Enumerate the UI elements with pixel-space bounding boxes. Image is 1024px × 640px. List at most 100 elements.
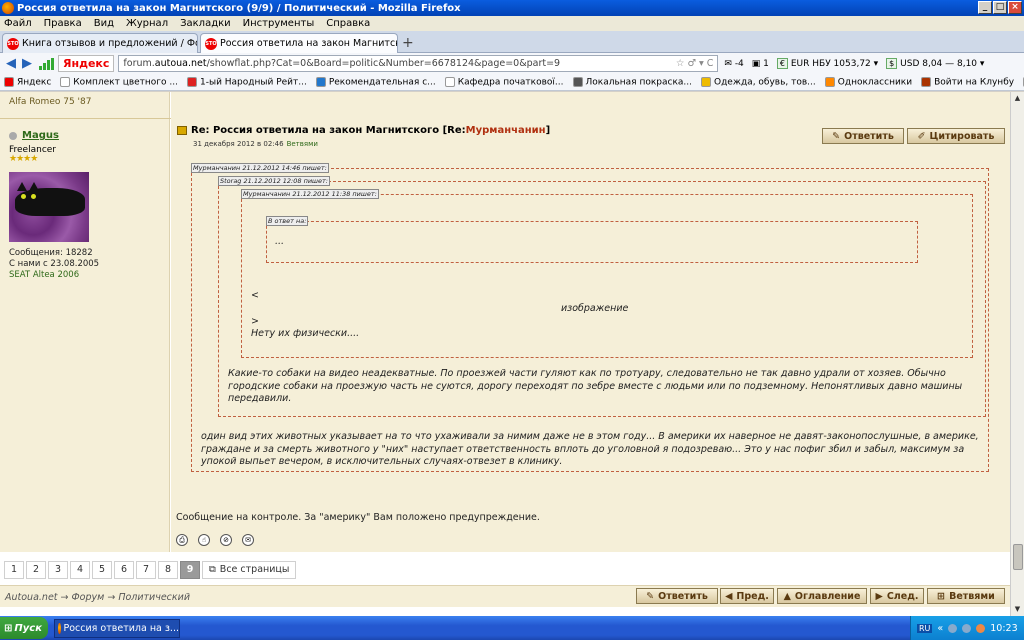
url-scheme: forum. bbox=[123, 58, 155, 69]
menu-file[interactable]: Файл bbox=[4, 18, 32, 29]
forward-arrow-icon[interactable]: ▶ bbox=[19, 56, 35, 71]
yandex-search-button[interactable]: Яндекс bbox=[58, 55, 115, 72]
quote-4-text: ... bbox=[275, 236, 285, 247]
print-icon[interactable]: ⎙ bbox=[176, 534, 188, 546]
page-6-link[interactable]: 6 bbox=[114, 561, 134, 579]
post-branches-link[interactable]: Ветвями bbox=[287, 140, 318, 148]
language-indicator[interactable]: RU bbox=[917, 623, 933, 633]
bookmark-item[interactable]: Одежда, обувь, тов... bbox=[701, 76, 816, 87]
task-label: Россия ответила на з... bbox=[63, 622, 179, 634]
page-3-link[interactable]: 3 bbox=[48, 561, 68, 579]
prev-button[interactable]: ◀ Пред. bbox=[720, 588, 774, 604]
window-title: Россия ответила на закон Магнитского (9/… bbox=[17, 2, 461, 14]
menu-edit[interactable]: Правка bbox=[44, 18, 82, 29]
username-link[interactable]: Magus bbox=[22, 130, 59, 141]
online-status-icon bbox=[9, 132, 17, 140]
quote-4-header: В ответ на: bbox=[266, 216, 309, 226]
menu-bar: Файл Правка Вид Журнал Закладки Инструме… bbox=[0, 16, 1024, 31]
bookmark-item[interactable]: 1-ый Народный Рейт... bbox=[186, 76, 307, 87]
menu-bookmarks[interactable]: Закладки bbox=[180, 18, 231, 29]
bookmark-item[interactable]: Комплект цветного ... bbox=[60, 76, 178, 87]
branches-label: Ветвями bbox=[949, 590, 995, 602]
tab-feedback[interactable]: STO Книга отзывов и предложений / Фору..… bbox=[2, 33, 198, 53]
mail-count: -4 bbox=[734, 58, 744, 69]
quote-block-3: Мурманчанин 21.12.2012 11:38 пишет: В от… bbox=[241, 189, 973, 358]
security-icon[interactable] bbox=[976, 623, 986, 633]
quote-label: Цитировать bbox=[929, 130, 995, 142]
vertical-scrollbar[interactable]: ▲ ▼ bbox=[1010, 92, 1024, 616]
taskbar-firefox-window[interactable]: Россия ответила на з... bbox=[54, 618, 180, 638]
usd-rate[interactable]: $ USD 8,04 — 8,10 ▾ bbox=[886, 57, 984, 69]
branches-button[interactable]: ⊞ Ветвями bbox=[927, 588, 1005, 604]
private-message-icon[interactable]: ✉ bbox=[242, 534, 254, 546]
windows-logo-icon: ⊞ bbox=[4, 622, 13, 634]
menu-history[interactable]: Журнал bbox=[126, 18, 168, 29]
footer-reply-label: Ответить bbox=[658, 590, 708, 602]
bookmark-item[interactable]: Локальная покраска... bbox=[572, 76, 692, 87]
next-button[interactable]: ▶ След. bbox=[870, 588, 924, 604]
bookmark-item[interactable]: Войти на Клунбу bbox=[921, 76, 1014, 87]
menu-tools[interactable]: Инструменты bbox=[243, 18, 315, 29]
page-7-link[interactable]: 7 bbox=[136, 561, 156, 579]
bookmark-item[interactable]: Рекомендательная с... bbox=[315, 76, 436, 87]
left-triangle-icon: ◀ bbox=[725, 590, 733, 602]
quote-2-header: Storag 21.12.2012 12:08 пишет: bbox=[218, 176, 330, 186]
site-favicon-icon: STO bbox=[205, 37, 217, 50]
tab-magnitsky[interactable]: STO Россия ответила на закон Магнитског.… bbox=[200, 33, 398, 53]
page-9-link[interactable]: 9 bbox=[180, 561, 200, 579]
volume-icon[interactable] bbox=[962, 623, 972, 633]
network-icon[interactable] bbox=[948, 623, 958, 633]
notify-moderator-icon[interactable]: ☝ bbox=[198, 534, 210, 546]
menu-help[interactable]: Справка bbox=[326, 18, 370, 29]
page-4-link[interactable]: 4 bbox=[70, 561, 90, 579]
previous-post-signature: Alfa Romeo 75 '87 bbox=[9, 97, 92, 107]
bookmark-star-icon[interactable]: ☆ ♂ ▾ C bbox=[676, 58, 718, 69]
start-button[interactable]: ⊞ Пуск bbox=[0, 617, 48, 639]
post-title-author[interactable]: Мурманчанин bbox=[466, 125, 546, 136]
footer-reply-button[interactable]: ✎ Ответить bbox=[636, 588, 718, 604]
bookmark-label: Яндекс bbox=[17, 77, 52, 88]
bookmark-item[interactable]: Одноклассники bbox=[824, 76, 912, 87]
user-post-count: Сообщения: 18282 bbox=[9, 248, 93, 258]
tray-expand-icon[interactable]: « bbox=[937, 623, 943, 634]
bookmark-item[interactable]: Кафедра початкової... bbox=[444, 76, 564, 87]
back-arrow-icon[interactable]: ◀ bbox=[3, 56, 19, 71]
messages-icon[interactable]: ▣ 1 bbox=[752, 59, 769, 69]
quote-block-4: В ответ на: ... bbox=[266, 216, 918, 263]
maximize-button[interactable]: □ bbox=[993, 1, 1007, 14]
eur-rate[interactable]: € EUR НБУ 1053,72 ▾ bbox=[776, 57, 878, 69]
bookmark-item[interactable]: Яндекс bbox=[4, 76, 52, 88]
post-title-prefix: Re: Россия ответила на закон Магнитского… bbox=[191, 125, 466, 136]
all-pages-link[interactable]: ⧉ Все страницы bbox=[202, 561, 297, 579]
system-tray: RU « 10:23 bbox=[910, 616, 1024, 640]
toc-button[interactable]: ▲ Оглавление bbox=[777, 588, 867, 604]
quote-button[interactable]: ✐ Цитировать bbox=[907, 128, 1005, 144]
image-placeholder[interactable]: изображение bbox=[561, 303, 628, 316]
page-8-link[interactable]: 8 bbox=[158, 561, 178, 579]
bookmark-favicon-icon bbox=[315, 76, 326, 87]
page-2-link[interactable]: 2 bbox=[26, 561, 46, 579]
close-button[interactable]: × bbox=[1008, 1, 1022, 14]
usd-icon: $ bbox=[886, 57, 898, 69]
yandex-label: Яндекс bbox=[63, 57, 110, 70]
reply-button[interactable]: ✎ Ответить bbox=[822, 128, 904, 144]
eur-rate-text: EUR НБУ 1053,72 bbox=[790, 58, 871, 69]
breadcrumb[interactable]: Autoua.net → Форум → Политический bbox=[5, 592, 190, 603]
scroll-down-icon[interactable]: ▼ bbox=[1011, 603, 1024, 616]
ignore-icon[interactable]: ⊘ bbox=[220, 534, 232, 546]
forum-post: Alfa Romeo 75 '87 Magus Freelancer ★★★★ … bbox=[0, 92, 1010, 552]
page-5-link[interactable]: 5 bbox=[92, 561, 112, 579]
eur-icon: € bbox=[776, 57, 788, 69]
address-bar[interactable]: forum. autoua.net/showflat.php?Cat=0&Boar… bbox=[118, 55, 719, 72]
scroll-thumb[interactable] bbox=[1013, 544, 1023, 570]
minimize-button[interactable]: _ bbox=[978, 1, 992, 14]
mail-icon[interactable]: ✉ -4 bbox=[724, 59, 743, 69]
bookmark-favicon-icon bbox=[444, 76, 455, 87]
new-tab-button[interactable]: + bbox=[402, 35, 414, 51]
quote-block-2: Storag 21.12.2012 12:08 пишет: Мурманчан… bbox=[218, 176, 986, 417]
quote-2-text: Какие-то собаки на видео неадекватные. П… bbox=[228, 368, 963, 404]
user-join-date: С нами с 23.08.2005 bbox=[9, 259, 100, 269]
menu-view[interactable]: Вид bbox=[94, 18, 114, 29]
page-1-link[interactable]: 1 bbox=[4, 561, 24, 579]
scroll-up-icon[interactable]: ▲ bbox=[1011, 92, 1024, 105]
